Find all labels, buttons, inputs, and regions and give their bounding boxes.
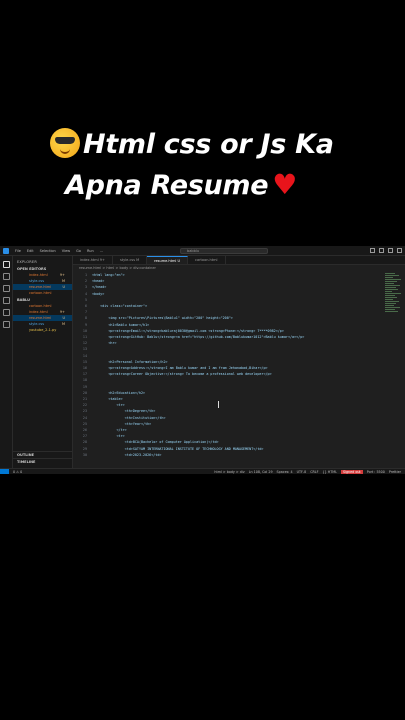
menu-run[interactable]: Run (87, 249, 94, 253)
timeline-header[interactable]: TIMELINE (13, 458, 73, 465)
code-view[interactable]: 1 2 3 4 5 6 7 8 9 10 11 12 13 14 15 16 17 18 19 20 21 22 23 24 2… (73, 272, 383, 468)
line-number: 30 (82, 452, 87, 457)
minimize-icon[interactable] (379, 248, 384, 253)
minimap[interactable] (385, 272, 403, 468)
menu-view[interactable]: View (62, 249, 70, 253)
menu-file[interactable]: File (15, 249, 21, 253)
status-indentation[interactable]: Spaces: 4 (277, 470, 293, 474)
status-live-server-port[interactable]: Port : 5500 (367, 470, 385, 474)
tab-index-html[interactable]: index.html 9+ (73, 256, 113, 264)
remote-indicator-icon[interactable] (0, 468, 9, 474)
menu-more[interactable]: ... (100, 249, 103, 253)
text-cursor-icon (218, 401, 219, 408)
status-path: html > body > div (214, 469, 245, 474)
remote-explorer-icon[interactable] (3, 321, 10, 328)
status-encoding[interactable]: UTF-8 (297, 470, 307, 474)
source-code[interactable]: <html lang="en"> <head> </head> <body> <div… (92, 272, 383, 458)
headline-line-1: Html css or Js Ka (50, 128, 405, 160)
breadcrumb[interactable]: resume.html > html > body > div.containe… (73, 265, 405, 271)
line-numbers: 1 2 3 4 5 6 7 8 9 10 11 12 13 14 15 16 17 18 19 20 21 22 23 24 2… (73, 272, 87, 458)
status-items: html > body > div Ln 108, Col 29 Spaces:… (214, 469, 405, 474)
folder-header[interactable]: BABLU (13, 296, 72, 303)
status-eol[interactable]: CRLF (310, 470, 318, 474)
menu-selection[interactable]: Selection (40, 249, 56, 253)
outline-header[interactable]: OUTLINE (13, 451, 73, 458)
title-bar: File Edit Selection View Go Run... babblu (0, 246, 405, 256)
status-language[interactable]: {} HTML (323, 470, 337, 474)
run-debug-icon[interactable] (3, 297, 10, 304)
menu-edit[interactable]: Edit (27, 249, 34, 253)
sidebar-bottom-sections: OUTLINE TIMELINE (13, 451, 73, 465)
editor-tabs: index.html 9+ style.css M resume.html U … (73, 256, 405, 265)
tab-resume-html[interactable]: resume.html U (147, 256, 189, 264)
menu-go[interactable]: Go (76, 249, 81, 253)
headline-text-2: Apna Resume (65, 170, 269, 201)
editor-area: index.html 9+ style.css M resume.html U … (73, 256, 405, 468)
vscode-window: File Edit Selection View Go Run... babblu EXP… (0, 246, 405, 474)
red-heart-icon: ♥ (272, 168, 298, 201)
source-control-icon[interactable] (3, 285, 10, 292)
maximize-icon[interactable] (388, 248, 393, 253)
headline-text-1: Html css or Js Ka (83, 129, 334, 160)
extensions-icon[interactable] (3, 309, 10, 316)
explorer-icon[interactable] (3, 261, 10, 268)
tab-style-css[interactable]: style.css M (113, 256, 148, 264)
headline-line-2: Apna Resume ♥ (65, 168, 405, 201)
explorer-sidebar: EXPLORER OPEN EDITORS index.html 9+ style… (13, 256, 73, 468)
window-controls (370, 248, 402, 253)
command-center-search[interactable]: babblu (180, 248, 268, 254)
file-item[interactable]: youtube_2-1.py (13, 327, 72, 333)
status-prettier[interactable]: Prettier (389, 470, 401, 474)
problems-count[interactable]: 0 ⚠ 0 (13, 470, 22, 474)
code-line[interactable]: <td>2023-2026</td> (92, 452, 383, 458)
smiling-face-with-sunglasses-icon (50, 128, 80, 158)
open-editors-header[interactable]: OPEN EDITORS (13, 265, 72, 272)
search-icon[interactable] (3, 273, 10, 280)
activity-bar (0, 256, 13, 468)
layout-icon[interactable] (370, 248, 375, 253)
close-icon[interactable] (397, 248, 402, 253)
status-bar: 0 ⚠ 0 html > body > div Ln 108, Col 29 S… (0, 468, 405, 474)
menu-bar: File Edit Selection View Go Run... (15, 248, 109, 253)
status-signed-out[interactable]: Signed out (340, 469, 363, 474)
tab-cartoon-html[interactable]: cartoon.html (188, 256, 226, 264)
vscode-logo-icon (3, 247, 9, 254)
status-cursor-position[interactable]: Ln 108, Col 29 (249, 470, 273, 474)
